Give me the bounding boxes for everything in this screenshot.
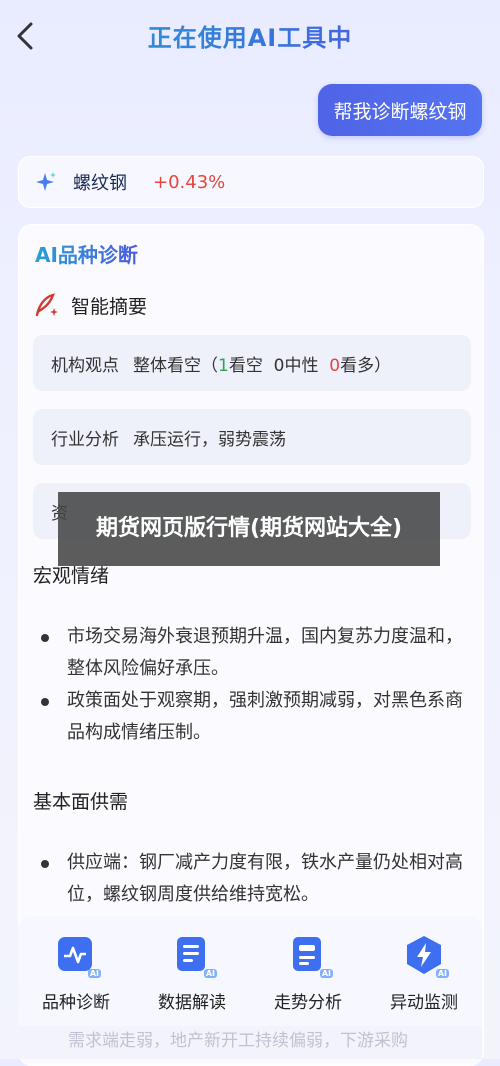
- bullet-dot: [41, 634, 49, 642]
- nav-anomaly-monitor[interactable]: AI 异动监测: [366, 916, 482, 1013]
- chart-diagnosis-icon: AI: [55, 934, 101, 978]
- nav-label: 数据解读: [158, 993, 226, 1013]
- bullet-text: 市场交易海外衰退预期升温，国内复苏力度温和，整体风险偏好承压。: [67, 626, 463, 679]
- page-title: 正在使用AI工具中: [0, 18, 500, 53]
- document-icon: AI: [171, 934, 217, 978]
- fundamental-title: 基本面供需: [33, 791, 129, 813]
- bullet-dot: [41, 698, 49, 706]
- row-value: 整体看空（1看空 0中性 0看多）: [133, 351, 391, 376]
- industry-analysis-row: 行业分析 承压运行，弱势震荡: [33, 409, 471, 465]
- bull-count: 1: [218, 355, 229, 376]
- summary-label: 智能摘要: [71, 295, 148, 318]
- institution-view-row: 机构观点 整体看空（1看空 0中性 0看多）: [33, 335, 471, 391]
- neutral-count: 0: [273, 355, 285, 376]
- macro-bullet: 政策面处于观察期，强刺激预期减弱，对黑色系商品构成情绪压制。: [41, 685, 471, 749]
- quote-change: +0.43%: [153, 171, 226, 193]
- sparkle-icon: [36, 172, 56, 191]
- quote-name: 螺纹钢: [73, 173, 127, 194]
- partial-text-below-nav: 需求端走弱，地产新开工持续偏弱，下游采购: [18, 1026, 482, 1059]
- nav-variety-diagnosis[interactable]: AI 品种诊断: [18, 916, 134, 1013]
- quote-card[interactable]: 螺纹钢 +0.43%: [18, 156, 484, 208]
- nav-label: 走势分析: [274, 993, 342, 1013]
- bullet-dot: [41, 860, 49, 868]
- nav-label: 品种诊断: [42, 993, 110, 1013]
- row-key: 机构观点: [51, 355, 119, 376]
- nav-data-interpretation[interactable]: AI 数据解读: [134, 916, 250, 1013]
- lightning-shield-icon: AI: [403, 934, 449, 978]
- value-prefix: 整体看空（: [133, 355, 218, 376]
- row-key: 行业分析: [51, 429, 119, 450]
- neutral-label: 中性: [284, 355, 319, 376]
- diagnosis-title: AI品种诊断: [35, 239, 138, 268]
- pen-sparkle-icon: [35, 293, 58, 317]
- user-message-bubble[interactable]: 帮我诊断螺纹钢: [318, 84, 482, 136]
- bear-label: 看多）: [340, 355, 392, 376]
- bear-count: 0: [329, 355, 341, 376]
- nav-trend-analysis[interactable]: AI 走势分析: [250, 916, 366, 1013]
- bull-label: 看空: [228, 355, 263, 376]
- bullet-text: 供应端：钢厂减产力度有限，铁水产量仍处相对高位，螺纹钢周度供给维持宽松。: [67, 852, 463, 905]
- row-value: 承压运行，弱势震荡: [133, 429, 286, 450]
- bullet-text: 政策面处于观察期，强刺激预期减弱，对黑色系商品构成情绪压制。: [67, 690, 463, 743]
- bottom-toolbar: AI 品种诊断 AI 数据解读 AI 走势分析 AI 异动监测: [18, 916, 482, 1026]
- header-bar: 正在使用AI工具中: [0, 0, 500, 72]
- summary-header: 智能摘要: [33, 291, 147, 319]
- macro-bullet: 市场交易海外衰退预期升温，国内复苏力度温和，整体风险偏好承压。: [41, 621, 471, 685]
- watermark-overlay: 期货网页版行情(期货网站大全): [58, 492, 440, 566]
- nav-label: 异动监测: [390, 993, 458, 1013]
- trend-doc-icon: AI: [287, 934, 333, 978]
- fundamental-bullet: 供应端：钢厂减产力度有限，铁水产量仍处相对高位，螺纹钢周度供给维持宽松。: [41, 847, 471, 911]
